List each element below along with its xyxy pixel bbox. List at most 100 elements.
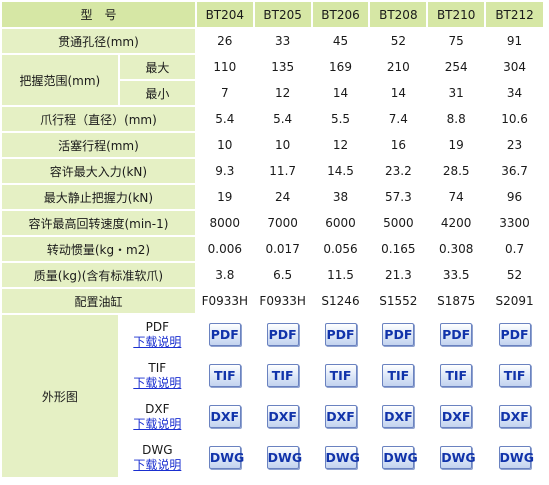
spec-table: 型 号 BT204 BT205 BT206 BT208 BT210 BT212 贯通孔径(mm…	[0, 0, 545, 479]
spec-table-container: 型 号 BT204 BT205 BT206 BT208 BT210 BT212 贯通孔径(mm…	[0, 0, 545, 479]
jaw-stroke-value: 10.6	[486, 107, 543, 131]
download-instructions-link[interactable]: 下载说明	[120, 458, 195, 473]
model-header: BT204	[196, 2, 253, 27]
inertia-value: 0.165	[370, 237, 427, 261]
cylinder-value: S1552	[370, 289, 427, 313]
tif-download-icon[interactable]: TIF	[208, 364, 241, 387]
header-model-label: 型 号	[2, 2, 195, 27]
tif-download-icon[interactable]: TIF	[324, 364, 357, 387]
tif-download-icon[interactable]: TIF	[498, 364, 531, 387]
grip-max-value: 135	[254, 55, 311, 79]
grip-max-value: 210	[370, 55, 427, 79]
pdf-download-icon[interactable]: PDF	[382, 323, 415, 346]
dwg-download-icon[interactable]: DWG	[382, 446, 418, 469]
tif-download-icon[interactable]: TIF	[382, 364, 415, 387]
format-name: DWG	[142, 442, 173, 457]
max-input-force-value: 11.7	[254, 159, 311, 183]
drawing-download-cell: TIF	[196, 356, 253, 395]
dxf-download-icon[interactable]: DXF	[440, 405, 473, 428]
grip-max-value: 304	[486, 55, 543, 79]
drawing-dxf-format-cell: DXF 下载说明	[119, 397, 195, 436]
bore-diameter-value: 75	[428, 29, 485, 53]
max-static-grip-value: 38	[312, 185, 369, 209]
pdf-download-icon[interactable]: PDF	[324, 323, 357, 346]
grip-max-value: 110	[196, 55, 253, 79]
mass-value: 11.5	[312, 263, 369, 287]
grip-range-label: 把握范围(mm)	[2, 55, 118, 105]
drawing-download-cell: PDF	[486, 315, 543, 354]
max-input-force-row: 容许最大入力(kN) 9.3 11.7 14.5 23.2 28.5 36.7	[2, 159, 543, 183]
cylinder-value: F0933H	[196, 289, 253, 313]
tif-download-icon[interactable]: TIF	[266, 364, 299, 387]
dwg-download-icon[interactable]: DWG	[440, 446, 476, 469]
drawing-download-cell: DWG	[428, 438, 485, 477]
drawing-download-cell: PDF	[254, 315, 311, 354]
dxf-download-icon[interactable]: DXF	[266, 405, 299, 428]
dxf-download-icon[interactable]: DXF	[382, 405, 415, 428]
drawing-pdf-format-cell: PDF 下载说明	[119, 315, 195, 354]
jaw-stroke-value: 5.5	[312, 107, 369, 131]
grip-min-value: 7	[196, 81, 253, 105]
inertia-value: 0.7	[486, 237, 543, 261]
dxf-download-icon[interactable]: DXF	[208, 405, 241, 428]
piston-stroke-value: 10	[196, 133, 253, 157]
drawing-download-cell: PDF	[428, 315, 485, 354]
jaw-stroke-value: 5.4	[196, 107, 253, 131]
pdf-download-icon[interactable]: PDF	[498, 323, 531, 346]
grip-min-value: 34	[486, 81, 543, 105]
mass-value: 3.8	[196, 263, 253, 287]
dwg-download-icon[interactable]: DWG	[266, 446, 302, 469]
cylinder-value: S1875	[428, 289, 485, 313]
mass-value: 52	[486, 263, 543, 287]
drawing-download-cell: DXF	[370, 397, 427, 436]
piston-stroke-value: 23	[486, 133, 543, 157]
inertia-value: 0.017	[254, 237, 311, 261]
mass-value: 6.5	[254, 263, 311, 287]
drawing-download-cell: TIF	[428, 356, 485, 395]
drawing-download-cell: DXF	[254, 397, 311, 436]
grip-min-label: 最小	[119, 81, 195, 105]
pdf-download-icon[interactable]: PDF	[440, 323, 473, 346]
model-header: BT210	[428, 2, 485, 27]
download-instructions-link[interactable]: 下载说明	[120, 376, 195, 391]
grip-min-value: 12	[254, 81, 311, 105]
format-name: DXF	[145, 401, 170, 416]
drawing-download-cell: TIF	[254, 356, 311, 395]
max-input-force-label: 容许最大入力(kN)	[2, 159, 195, 183]
max-static-grip-value: 24	[254, 185, 311, 209]
drawing-dwg-format-cell: DWG 下载说明	[119, 438, 195, 477]
drawing-download-cell: DXF	[196, 397, 253, 436]
model-header: BT208	[370, 2, 427, 27]
max-input-force-value: 28.5	[428, 159, 485, 183]
dwg-download-icon[interactable]: DWG	[498, 446, 534, 469]
model-header: BT206	[312, 2, 369, 27]
drawing-download-cell: TIF	[370, 356, 427, 395]
drawings-label: 外形图	[2, 315, 118, 477]
max-speed-value: 7000	[254, 211, 311, 235]
dwg-download-icon[interactable]: DWG	[208, 446, 244, 469]
cylinder-value: F0933H	[254, 289, 311, 313]
pdf-download-icon[interactable]: PDF	[208, 323, 241, 346]
dxf-download-icon[interactable]: DXF	[498, 405, 531, 428]
max-input-force-value: 14.5	[312, 159, 369, 183]
dxf-download-icon[interactable]: DXF	[324, 405, 357, 428]
inertia-row: 转动惯量(kg・m2) 0.006 0.017 0.056 0.165 0.308 0.7	[2, 237, 543, 261]
dwg-download-icon[interactable]: DWG	[324, 446, 360, 469]
drawing-download-cell: PDF	[370, 315, 427, 354]
inertia-value: 0.056	[312, 237, 369, 261]
drawing-download-cell: DXF	[428, 397, 485, 436]
cylinder-label: 配置油缸	[2, 289, 195, 313]
drawing-download-cell: DWG	[196, 438, 253, 477]
download-instructions-link[interactable]: 下载说明	[120, 335, 195, 350]
drawing-download-cell: PDF	[196, 315, 253, 354]
jaw-stroke-value: 7.4	[370, 107, 427, 131]
max-static-grip-label: 最大静止把握力(kN)	[2, 185, 195, 209]
model-header: BT205	[254, 2, 311, 27]
max-speed-value: 8000	[196, 211, 253, 235]
drawing-download-cell: DWG	[370, 438, 427, 477]
tif-download-icon[interactable]: TIF	[440, 364, 473, 387]
pdf-download-icon[interactable]: PDF	[266, 323, 299, 346]
download-instructions-link[interactable]: 下载说明	[120, 417, 195, 432]
mass-row: 质量(kg)(含有标准软爪) 3.8 6.5 11.5 21.3 33.5 52	[2, 263, 543, 287]
bore-diameter-row: 贯通孔径(mm) 26 33 45 52 75 91	[2, 29, 543, 53]
